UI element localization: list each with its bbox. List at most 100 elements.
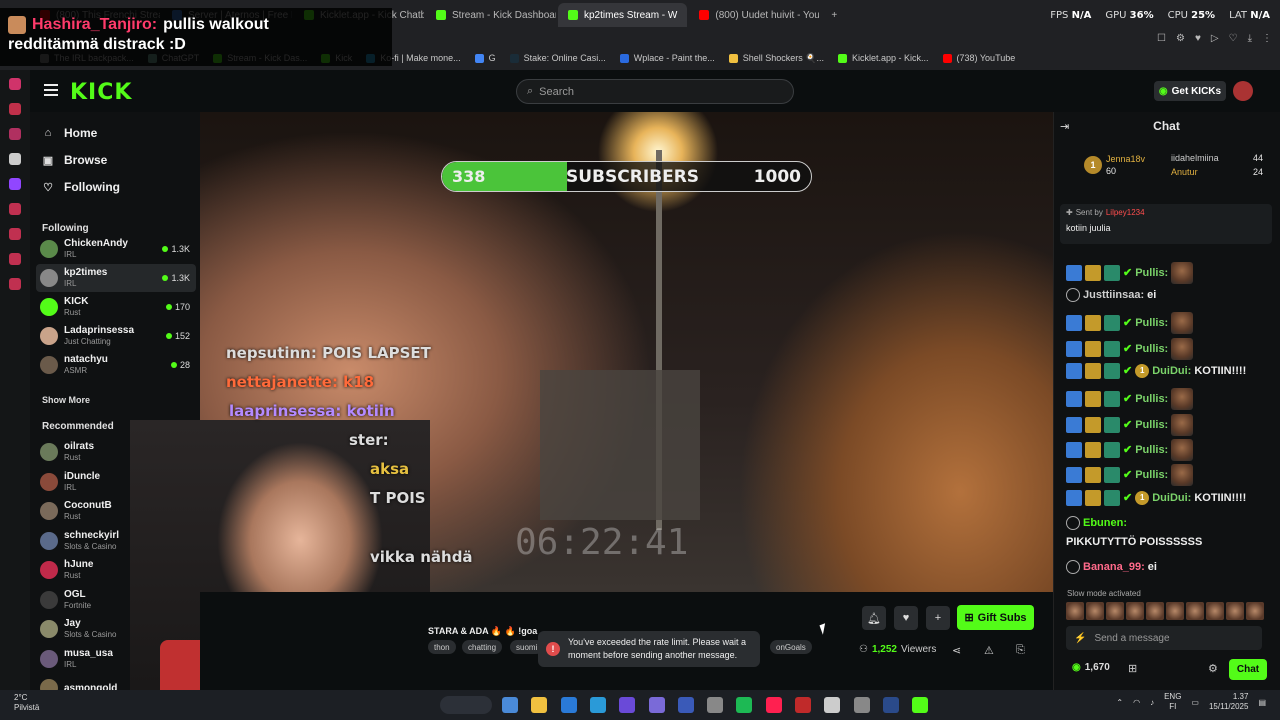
chat-username[interactable]: DuiDui: (1152, 363, 1191, 379)
discord-icon[interactable] (677, 697, 694, 713)
menu-icon[interactable]: ⋮ (1262, 33, 1272, 44)
opera-icon[interactable] (824, 697, 841, 713)
report-icon[interactable]: ⚠ (984, 644, 994, 657)
pinned-message: ✚ Sent by Lilpey1234 kotiin juulia (1060, 204, 1272, 244)
steam-icon[interactable] (912, 697, 929, 713)
sidebar-channel[interactable]: ChickenAndy IRL 1.3K (36, 235, 196, 263)
chat-username[interactable]: Pullis: (1135, 417, 1168, 433)
verified-icon: ✔ (1123, 267, 1133, 279)
bookmark-item[interactable]: Stake: Online Casi... (509, 53, 606, 63)
video-chat-line: nettajanette: k18 (226, 373, 375, 391)
channel-category: Rust (64, 308, 81, 317)
notifications-icon[interactable]: ▤ (1258, 698, 1266, 707)
twitch-icon[interactable] (9, 178, 21, 190)
send-chat-button[interactable]: Chat (1229, 659, 1267, 680)
volume-icon[interactable]: ♪ (1150, 698, 1154, 707)
app-icon[interactable] (9, 153, 21, 165)
app-icon[interactable] (9, 103, 21, 115)
battery-icon[interactable]: ▭ (1191, 698, 1199, 707)
share-icon[interactable]: ⋖ (952, 644, 961, 657)
follow-button[interactable]: ♥ (894, 606, 918, 630)
app-icon[interactable] (9, 203, 21, 215)
leaderboard-stack: iidahelmiina 44 Anutur 24 (1171, 153, 1263, 177)
chat-username[interactable]: Pullis: (1135, 467, 1168, 483)
browser-tab[interactable]: kp2times Stream - W (558, 3, 688, 27)
search-input[interactable]: ⌕ Search (516, 79, 794, 104)
chat-username[interactable]: Pullis: (1135, 442, 1168, 458)
settings-icon[interactable] (9, 278, 21, 290)
chat-username[interactable]: Ebunen: (1083, 515, 1127, 531)
sidebar-channel[interactable]: natachyu ASMR 28 (36, 351, 196, 379)
chat-username[interactable]: Pullis: (1135, 315, 1168, 331)
chrome-icon[interactable] (736, 697, 753, 713)
bookmark-icon[interactable]: ☐ (1157, 33, 1166, 44)
app-icon[interactable] (707, 697, 724, 713)
gift-icon[interactable]: ⊞ (1128, 662, 1137, 675)
download-icon[interactable]: ⤓ (1248, 33, 1252, 44)
wifi-icon[interactable]: ◠ (1133, 698, 1140, 707)
bookmark-item[interactable]: Wplace - Paint the... (619, 53, 715, 63)
weather-widget[interactable]: 2°C Pilvistä (14, 693, 39, 713)
nav-following[interactable]: ♡ Following (42, 180, 120, 194)
bookmark-item[interactable]: (738) YouTube (942, 53, 1015, 63)
app-icon[interactable] (853, 697, 870, 713)
chat-username[interactable]: Pullis: (1135, 341, 1168, 357)
gift-subs-button[interactable]: ⊞ Gift Subs (957, 605, 1034, 630)
heart-icon[interactable]: ♡ (1229, 33, 1238, 44)
sidebar-channel[interactable]: KICK Rust 170 (36, 293, 196, 321)
add-button[interactable]: + (926, 606, 950, 630)
shield-icon[interactable]: ♥ (1195, 33, 1201, 44)
chat-username[interactable]: Pullis: (1135, 265, 1168, 281)
kicks-balance[interactable]: ◉ 1,670 (1072, 662, 1110, 673)
chat-username[interactable]: DuiDui: (1152, 490, 1191, 506)
sidebar-channel[interactable]: Ladaprinsessa Just Chatting 152 (36, 322, 196, 350)
sidebar-channel[interactable]: kp2times IRL 1.3K (36, 264, 196, 292)
chat-username[interactable]: Pullis: (1135, 391, 1168, 407)
stream-tag[interactable]: onGoals (770, 640, 812, 654)
chat-username[interactable]: Banana_99: (1083, 559, 1145, 575)
kick-logo[interactable]: KICK (70, 80, 132, 105)
bookmark-item[interactable]: G (474, 53, 496, 63)
notification-bell-button[interactable]: 🔔︎ (862, 606, 886, 630)
get-kicks-button[interactable]: ◉ Get KICKs (1154, 81, 1226, 101)
clock-icon[interactable] (9, 228, 21, 240)
new-tab-button[interactable]: + (821, 3, 847, 27)
show-more-link[interactable]: Show More (42, 395, 90, 405)
verified-icon: ✔ (1123, 419, 1133, 431)
play-icon[interactable]: ▷ (1211, 33, 1219, 44)
stream-tag[interactable]: chatting (462, 640, 503, 654)
settings-icon[interactable]: ⚙ (1208, 662, 1218, 675)
tiktok-icon[interactable] (795, 697, 811, 713)
menu-icon[interactable] (44, 84, 58, 96)
stream-tag[interactable]: suomi (510, 640, 544, 654)
stream-tag[interactable]: thon (428, 640, 456, 654)
taskview-icon[interactable] (502, 697, 518, 713)
settings-icon[interactable] (882, 697, 899, 713)
nav-home[interactable]: ⌂ Home (42, 126, 98, 140)
bookmark-item[interactable]: Kicklet.app - Kick... (838, 53, 929, 63)
browser-tab[interactable]: (800) Uudet huivit - YouT (689, 3, 819, 27)
edge-icon[interactable] (589, 697, 606, 713)
extension-icon[interactable]: ⚙ (1176, 33, 1185, 44)
obs-icon[interactable] (648, 697, 665, 713)
chevron-up-icon[interactable]: ⌃ (1116, 698, 1123, 707)
user-avatar[interactable] (1233, 81, 1253, 101)
spotify-icon[interactable] (765, 697, 782, 713)
browser-tab[interactable]: Stream - Kick Dashboard (426, 3, 556, 27)
app-icon[interactable] (9, 78, 21, 90)
bookmark-item[interactable]: Shell Shockers 🍳... (728, 53, 824, 64)
store-icon[interactable] (619, 697, 636, 713)
clock[interactable]: 1.37 15/11/2025 (1209, 692, 1248, 712)
app-icon[interactable] (560, 697, 577, 713)
rate-limit-toast: ! You've exceeded the rate limit. Please… (538, 631, 760, 667)
app-icon[interactable] (9, 128, 21, 140)
app-icon[interactable] (9, 253, 21, 265)
file-explorer-icon[interactable] (531, 697, 548, 713)
clip-icon[interactable]: ⎘ (1016, 644, 1025, 657)
chat-input[interactable]: ⚡ Send a message (1066, 626, 1262, 650)
taskbar-search[interactable] (440, 696, 492, 714)
chat-username[interactable]: Justtiinsaa: (1083, 287, 1144, 303)
lang-indicator[interactable]: ENG FI (1164, 692, 1181, 712)
emote-row[interactable] (1066, 602, 1270, 620)
nav-browse[interactable]: ▣ Browse (42, 153, 108, 167)
